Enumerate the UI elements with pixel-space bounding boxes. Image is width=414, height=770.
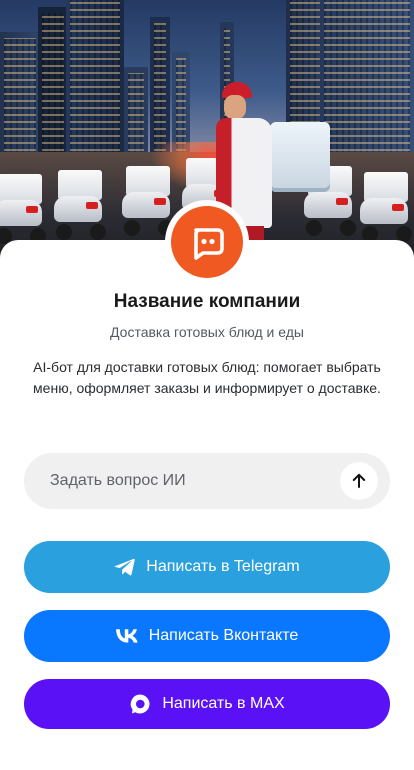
- telegram-button[interactable]: Написать в Telegram: [24, 541, 390, 593]
- company-description: AI-бот для доставки готовых блюд: помога…: [33, 359, 381, 396]
- vk-button-label: Написать Вконтакте: [148, 627, 299, 644]
- page: Название компании Доставка готовых блюд …: [0, 0, 414, 770]
- ask-ai-field[interactable]: [24, 453, 390, 509]
- max-button-label: Написать в MAX: [162, 695, 285, 712]
- vk-button[interactable]: Написать Вконтакте: [24, 610, 390, 662]
- avatar: [171, 206, 243, 278]
- vk-icon: [115, 629, 138, 643]
- send-button[interactable]: [340, 462, 378, 500]
- telegram-icon: [114, 558, 136, 576]
- chat-bot-icon: [194, 228, 224, 260]
- max-icon: [131, 694, 150, 714]
- max-button[interactable]: Написать в MAX: [24, 679, 390, 729]
- company-subtitle: Доставка готовых блюд и еды: [110, 324, 304, 340]
- company-name: Название компании: [113, 291, 301, 312]
- telegram-button-label: Написать в Telegram: [146, 558, 300, 575]
- arrow-up-icon: [352, 473, 366, 488]
- ask-ai-input[interactable]: [48, 460, 332, 502]
